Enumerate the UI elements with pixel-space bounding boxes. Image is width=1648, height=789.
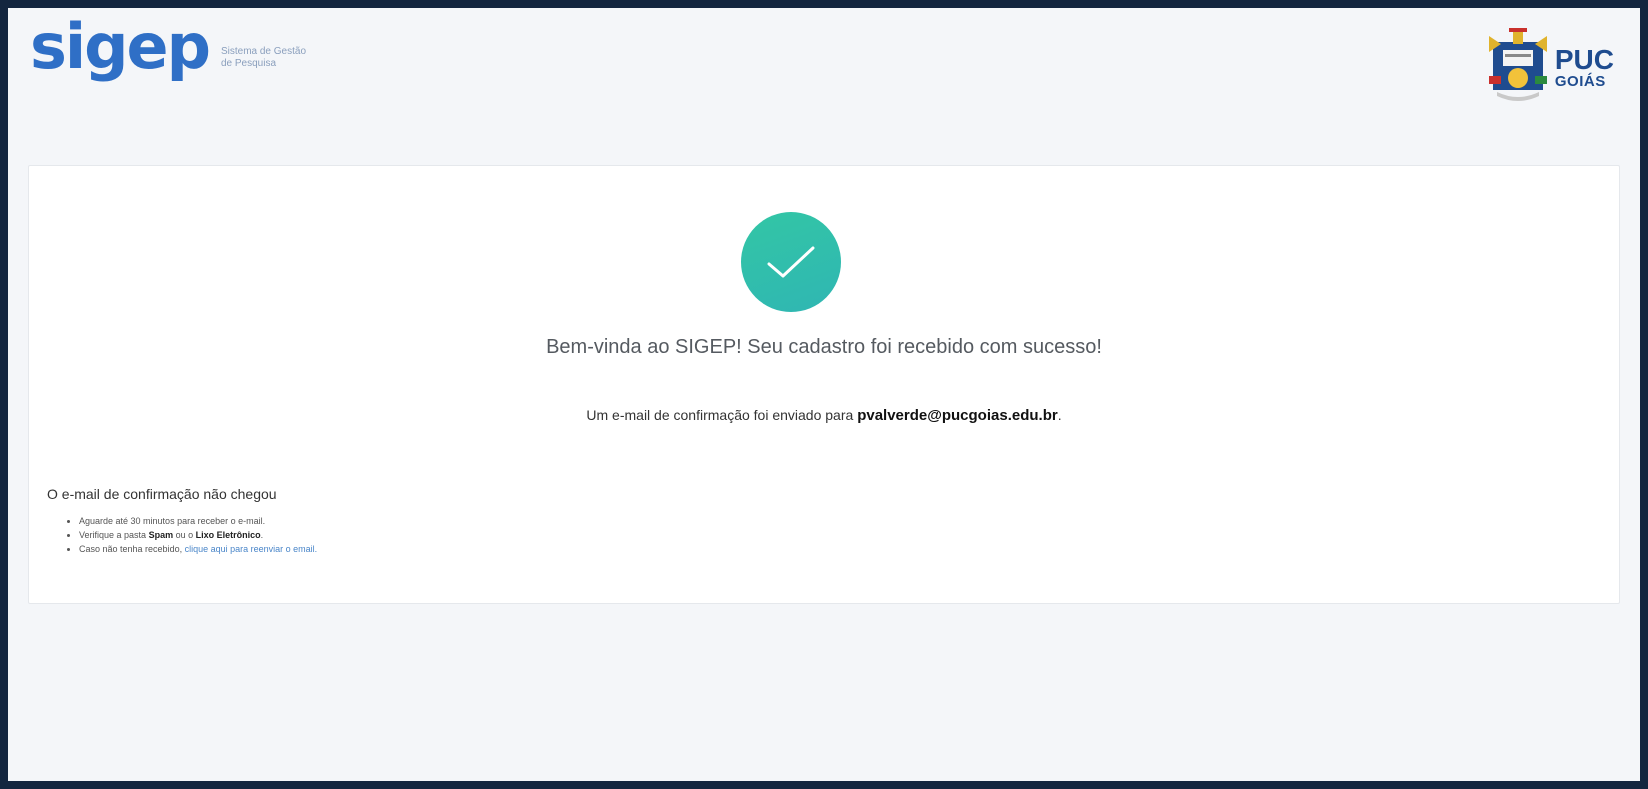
- page: sigep Sistema de Gestão de Pesquisa PUC …: [8, 8, 1640, 781]
- confirmation-card: Bem-vinda ao SIGEP! Seu cadastro foi rec…: [28, 165, 1620, 604]
- help-item-wait: Aguarde até 30 minutos para receber o e-…: [79, 514, 317, 528]
- university-name-line2: GOIÁS: [1554, 72, 1606, 90]
- brand-tagline-line1: Sistema de Gestão: [220, 46, 307, 57]
- help-item-resend: Caso não tenha recebido, clique aqui par…: [79, 542, 317, 556]
- help-item-spam: Verifique a pasta Spam ou o Lixo Eletrôn…: [79, 528, 317, 542]
- help-item-resend-prefix: Caso não tenha recebido,: [79, 544, 185, 554]
- spam-folder-label: Spam: [148, 530, 174, 540]
- university-crest-icon: [1488, 28, 1547, 101]
- help-list: Aguarde até 30 minutos para receber o e-…: [47, 514, 317, 556]
- brand-wordmark: sigep: [30, 10, 211, 83]
- header: sigep Sistema de Gestão de Pesquisa PUC …: [8, 8, 1640, 128]
- help-section: O e-mail de confirmação não chegou Aguar…: [47, 486, 317, 556]
- help-item-spam-prefix: Verifique a pasta: [79, 530, 149, 540]
- help-item-spam-mid: ou o: [173, 530, 196, 540]
- success-badge: [741, 212, 841, 312]
- help-item-spam-suffix: .: [260, 530, 264, 540]
- university-name: PUC GOIÁS: [1554, 43, 1614, 90]
- resend-email-link[interactable]: clique aqui para reenviar o email.: [185, 544, 318, 554]
- brand-tagline: Sistema de Gestão de Pesquisa: [221, 46, 331, 70]
- brand-tagline-line2: de Pesquisa: [220, 58, 277, 69]
- help-item-wait-text: Aguarde até 30 minutos para receber o e-…: [79, 516, 266, 526]
- university-name-line1: PUC: [1554, 43, 1614, 75]
- junk-folder-label: Lixo Eletrônico: [195, 530, 261, 540]
- user-email: pvalverde@pucgoias.edu.br: [857, 407, 1058, 424]
- help-title: O e-mail de confirmação não chegou: [47, 486, 277, 502]
- sigep-logo[interactable]: sigep Sistema de Gestão de Pesquisa: [30, 16, 331, 78]
- puc-goias-logo: PUC GOIÁS: [1487, 28, 1614, 106]
- check-icon: [767, 246, 815, 278]
- confirmation-sent-message: Um e-mail de confirmação foi enviado par…: [29, 407, 1619, 424]
- sent-prefix: Um e-mail de confirmação foi enviado par…: [586, 407, 858, 423]
- sent-suffix: .: [1057, 407, 1062, 423]
- welcome-message: Bem-vinda ao SIGEP! Seu cadastro foi rec…: [546, 336, 1102, 358]
